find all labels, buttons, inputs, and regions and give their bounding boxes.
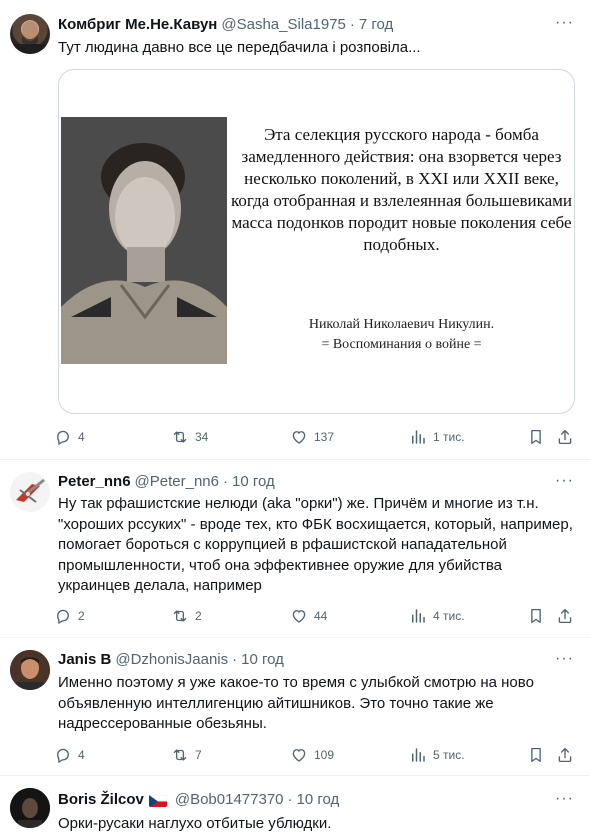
heart-icon: [290, 428, 308, 446]
share-button[interactable]: [556, 427, 574, 447]
reply-button[interactable]: 4: [54, 745, 85, 765]
more-icon[interactable]: ···: [555, 14, 574, 32]
author-book: = Воспоминания о войне =: [321, 337, 482, 352]
bookmark-icon: [527, 428, 545, 446]
share-icon: [556, 428, 574, 446]
views-count: 5 тис.: [433, 748, 465, 762]
avatar-image: [10, 650, 50, 690]
bookmark-button[interactable]: [527, 745, 545, 765]
like-count: 44: [314, 609, 328, 623]
retweet-count: 2: [195, 609, 202, 623]
share-button[interactable]: [556, 606, 574, 626]
bookmark-button[interactable]: [527, 606, 545, 626]
tweet-text: Тут людина давно все це передбачила і ро…: [58, 39, 421, 56]
portrait-photo: [61, 117, 227, 364]
like-button[interactable]: 137: [290, 427, 334, 447]
tweet-1[interactable]: Комбриг Ме.Не.Кавун @Sasha_Sila1975 · 7 …: [0, 0, 590, 459]
share-button[interactable]: [556, 745, 574, 765]
display-name[interactable]: Boris Žilcov: [58, 790, 144, 810]
views-icon: [409, 428, 427, 446]
reply-button[interactable]: 2: [54, 606, 85, 626]
avatar[interactable]: [10, 650, 50, 690]
timestamp[interactable]: 10 год: [241, 650, 284, 670]
tweet-2[interactable]: Peter_nn6 @Peter_nn6 · 10 год ··· Ну так…: [0, 460, 590, 636]
handle[interactable]: @DzhonisJaanis: [115, 650, 228, 670]
reply-icon: [54, 746, 72, 764]
reply-count: 2: [78, 609, 85, 623]
tweet-3[interactable]: Janis B @DzhonisJaanis · 10 год ··· Имен…: [0, 638, 590, 774]
like-button[interactable]: 44: [290, 606, 327, 626]
retweet-icon: [171, 746, 189, 764]
action-bar: 2 2 44 4 тис.: [54, 606, 582, 626]
avatar[interactable]: [10, 472, 50, 512]
display-name[interactable]: Janis B: [58, 650, 111, 670]
display-name[interactable]: Комбриг Ме.Не.Кавун: [58, 15, 217, 35]
share-icon: [556, 746, 574, 764]
views-count: 4 тис.: [433, 609, 465, 623]
quote-text: Эта селекция русского народа - бомба зам…: [230, 125, 573, 254]
timestamp[interactable]: 7 год: [359, 15, 393, 35]
timestamp[interactable]: 10 год: [232, 472, 275, 492]
reply-count: 4: [78, 748, 85, 762]
reply-icon: [54, 607, 72, 625]
tweet-header: Boris Žilcov @Bob01477370 · 10 год: [58, 790, 339, 810]
author-name: Николай Николаевич Никулин.: [308, 317, 495, 332]
tweet-header: Комбриг Ме.Не.Кавун @Sasha_Sila1975 · 7 …: [58, 15, 393, 35]
views-button[interactable]: 1 тис.: [409, 427, 465, 447]
display-name[interactable]: Peter_nn6: [58, 472, 131, 492]
reply-button[interactable]: 4: [54, 427, 85, 447]
more-icon[interactable]: ···: [555, 650, 574, 668]
heart-icon: [290, 607, 308, 625]
action-bar: 4 34 137 1 тис.: [54, 427, 582, 447]
retweet-button[interactable]: 2: [171, 606, 202, 626]
handle[interactable]: @Bob01477370: [175, 790, 284, 810]
bookmark-button[interactable]: [527, 427, 545, 447]
more-icon[interactable]: ···: [555, 472, 574, 490]
tweet-text: Именно поэтому я уже какое-то то время с…: [58, 674, 534, 732]
retweet-button[interactable]: 34: [171, 427, 208, 447]
bookmark-icon: [527, 746, 545, 764]
views-icon: [409, 607, 427, 625]
heart-icon: [290, 746, 308, 764]
reply-count: 4: [78, 430, 85, 444]
tweet-image[interactable]: Эта селекция русского народа - бомба зам…: [58, 69, 575, 414]
reply-icon: [54, 428, 72, 446]
views-count: 1 тис.: [433, 430, 465, 444]
bookmark-icon: [527, 607, 545, 625]
dot-separator: ·: [287, 791, 293, 808]
handle[interactable]: @Peter_nn6: [135, 472, 219, 492]
avatar[interactable]: [10, 788, 50, 828]
views-button[interactable]: 4 тис.: [409, 606, 465, 626]
dot-separator: ·: [223, 473, 228, 490]
retweet-button[interactable]: 7: [171, 745, 202, 765]
views-button[interactable]: 5 тис.: [409, 745, 465, 765]
tweet-header: Peter_nn6 @Peter_nn6 · 10 год: [58, 472, 275, 492]
dot-separator: ·: [232, 651, 238, 668]
retweet-icon: [171, 607, 189, 625]
timestamp[interactable]: 10 год: [297, 790, 340, 810]
handle[interactable]: @Sasha_Sila1975: [221, 15, 345, 35]
views-icon: [409, 746, 427, 764]
avatar-image: [14, 21, 46, 54]
share-icon: [556, 607, 574, 625]
avatar-image: [10, 788, 50, 828]
tweet-4[interactable]: Boris Žilcov @Bob01477370 · 10 год ··· О…: [0, 776, 590, 838]
tweet-text: Орки-русаки наглухо отбитые ублюдки.: [58, 815, 332, 832]
tweet-text: Ну так рфашистские нелюди (aka "орки") ж…: [58, 495, 573, 594]
avatar[interactable]: [10, 14, 50, 54]
action-bar: 4 7 109 5 тис.: [54, 745, 582, 765]
tweet-header: Janis B @DzhonisJaanis · 10 год: [58, 650, 284, 670]
retweet-icon: [171, 428, 189, 446]
avatar-image: [16, 478, 45, 503]
like-button[interactable]: 109: [290, 745, 334, 765]
retweet-count: 7: [195, 748, 202, 762]
quote-author: Николай Николаевич Никулин. = Воспоминан…: [229, 315, 574, 355]
dot-separator: ·: [349, 16, 355, 33]
more-icon[interactable]: ···: [555, 790, 574, 808]
retweet-count: 34: [195, 430, 209, 444]
like-count: 137: [314, 430, 335, 444]
like-count: 109: [314, 748, 335, 762]
czech-flag-icon: [148, 794, 167, 807]
